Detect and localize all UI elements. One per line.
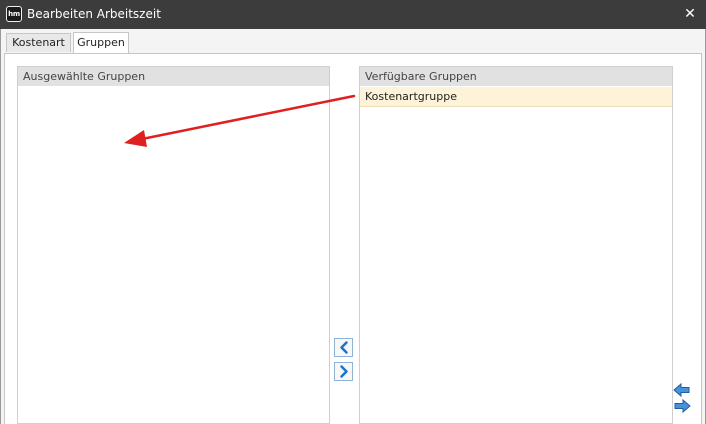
title-bar: hm Bearbeiten Arbeitszeit ✕	[0, 0, 706, 29]
close-icon[interactable]: ✕	[682, 5, 698, 23]
tab-panel-gruppen: Ausgewählte Gruppen Verfügbare Gruppen K…	[4, 54, 702, 424]
available-groups-list[interactable]: Verfügbare Gruppen Kostenartgruppe	[359, 66, 673, 424]
tab-kostenart[interactable]: Kostenart	[6, 33, 71, 52]
swap-arrows-icon	[673, 382, 691, 414]
swap-lists-button[interactable]	[672, 380, 692, 420]
list-item-kostenartgruppe[interactable]: Kostenartgruppe	[360, 87, 672, 107]
available-groups-header: Verfügbare Gruppen	[360, 67, 672, 86]
window-title: Bearbeiten Arbeitszeit	[27, 7, 161, 21]
tab-gruppen[interactable]: Gruppen	[73, 32, 129, 53]
selected-groups-list[interactable]: Ausgewählte Gruppen	[17, 66, 330, 424]
selected-groups-header: Ausgewählte Gruppen	[18, 67, 329, 86]
tab-strip: Kostenart Gruppen	[0, 29, 706, 53]
app-logo-icon: hm	[6, 6, 22, 22]
chevron-right-icon	[340, 365, 348, 378]
chevron-left-icon	[340, 341, 348, 354]
move-left-button[interactable]	[334, 338, 353, 357]
move-right-button[interactable]	[334, 362, 353, 381]
